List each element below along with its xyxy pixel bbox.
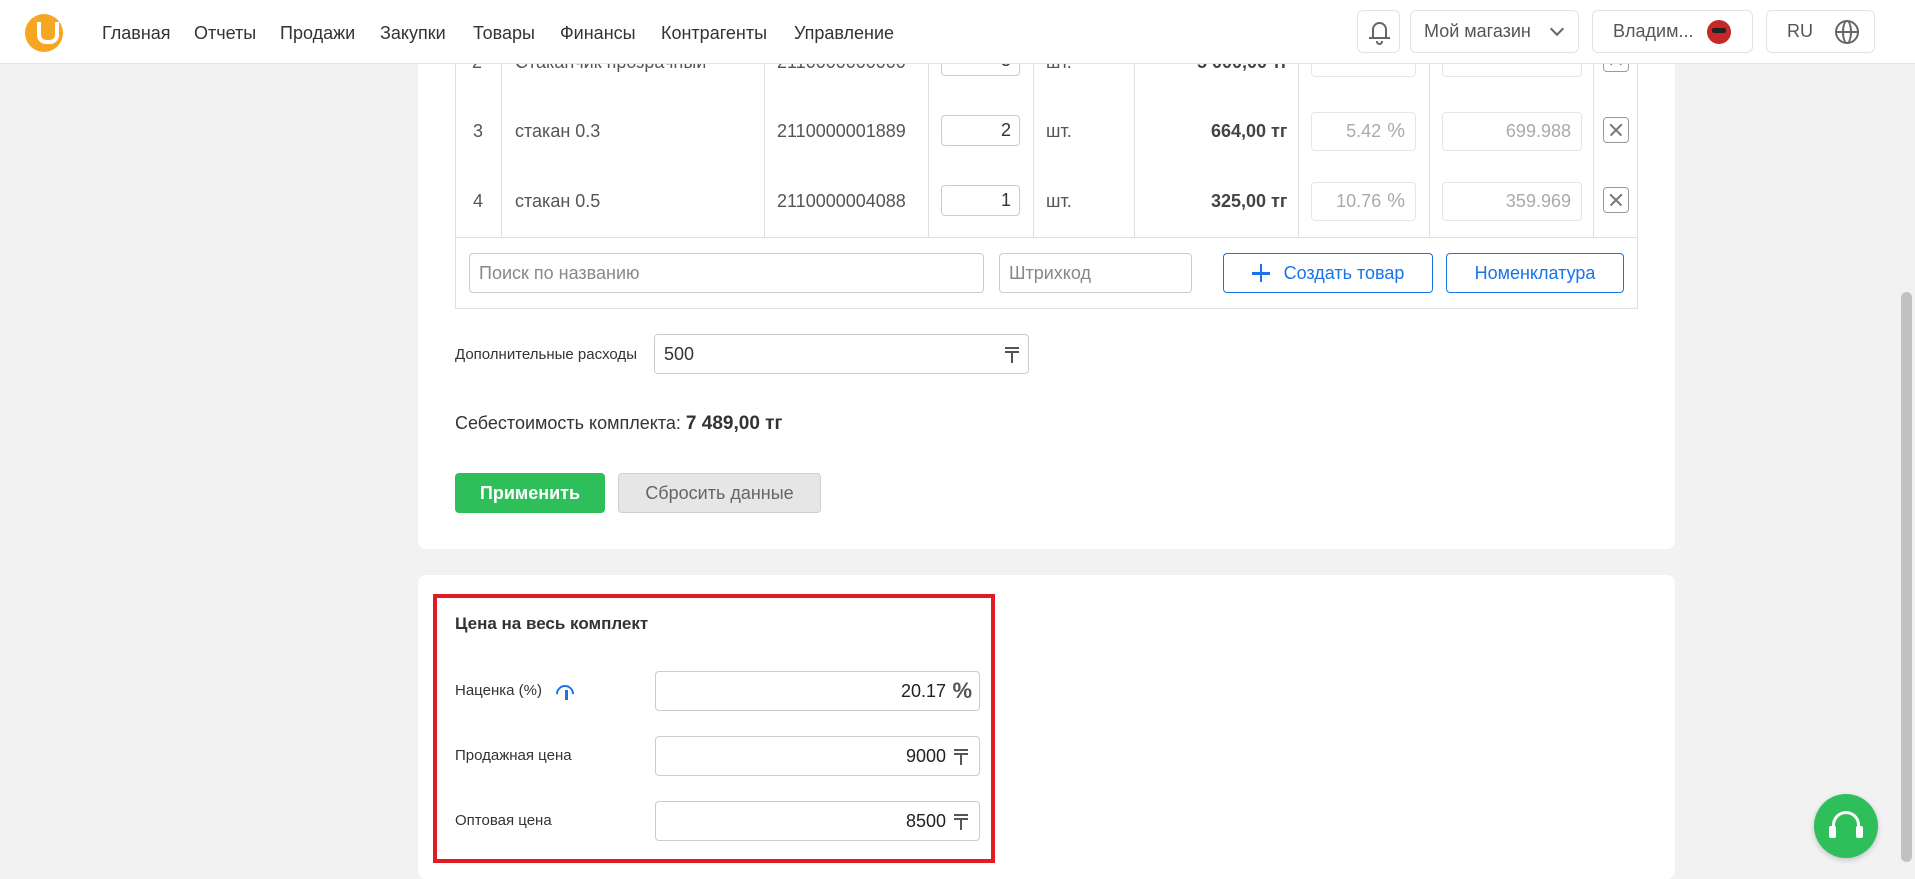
- item-barcode: 2110000004088: [777, 191, 906, 211]
- row-number: 3: [473, 121, 484, 141]
- item-unit: шт.: [1046, 191, 1072, 211]
- notifications-button[interactable]: [1357, 10, 1400, 53]
- row-sale-price-input[interactable]: 699.988: [1442, 112, 1582, 151]
- extra-expenses-value: 500: [664, 344, 695, 364]
- extra-expenses-label: Дополнительные расходы: [455, 346, 637, 363]
- percent-sign: %: [1387, 120, 1405, 142]
- store-select[interactable]: Мой магазин: [1410, 10, 1579, 53]
- support-chat-button[interactable]: [1814, 794, 1878, 858]
- sale-price-field[interactable]: 9000: [655, 736, 980, 776]
- create-product-button[interactable]: Создать товар: [1223, 253, 1433, 293]
- item-name: стакан 0.3: [515, 121, 601, 141]
- item-barcode: 2110000001889: [777, 121, 906, 141]
- markup-input[interactable]: 5.42%: [1311, 112, 1416, 151]
- row-sale-price-input[interactable]: 359.969: [1442, 182, 1582, 221]
- app-logo[interactable]: [25, 14, 63, 52]
- markup-input[interactable]: 10.76%: [1311, 182, 1416, 221]
- reset-button[interactable]: Сбросить данные: [618, 473, 821, 513]
- quantity-input[interactable]: 2: [941, 115, 1020, 146]
- percent-sign: %: [1387, 190, 1405, 212]
- wholesale-price-label: Оптовая цена: [455, 812, 552, 829]
- extra-expenses-input[interactable]: 500: [654, 334, 1029, 374]
- sale-price-label: Продажная цена: [455, 747, 572, 764]
- barcode-input[interactable]: Штрихкод: [999, 253, 1192, 293]
- percent-sign: %: [952, 678, 972, 703]
- tenge-icon: [1005, 347, 1019, 363]
- language-select[interactable]: RU: [1766, 10, 1875, 53]
- item-price: 664,00 тг: [1211, 121, 1288, 141]
- create-product-label: Создать товар: [1283, 262, 1405, 283]
- nav-contractors[interactable]: Контрагенты: [661, 23, 767, 44]
- top-navigation: Главная Отчеты Продажи Закупки Товары Фи…: [0, 0, 1915, 64]
- tenge-icon: [954, 749, 968, 765]
- section-title: Цена на весь комплект: [455, 614, 649, 633]
- item-unit: шт.: [1046, 121, 1072, 141]
- markup-field-value: 20.17: [900, 681, 946, 701]
- user-menu[interactable]: Владим...: [1592, 10, 1753, 53]
- apply-button[interactable]: Применить: [455, 473, 605, 513]
- nomenclature-button[interactable]: Номенклатура: [1446, 253, 1624, 293]
- markup-value: 5.42: [1346, 121, 1382, 141]
- plus-icon: [1251, 264, 1270, 282]
- store-name: Мой магазин: [1424, 21, 1531, 41]
- item-name: стакан 0.5: [515, 191, 601, 211]
- sale-price-value: 9000: [905, 746, 946, 766]
- nav-goods[interactable]: Товары: [473, 23, 535, 44]
- item-price: 325,00 тг: [1211, 191, 1288, 211]
- search-input[interactable]: Поиск по названию: [469, 253, 984, 293]
- scrollbar-thumb[interactable]: [1901, 292, 1912, 862]
- kit-cost: Себестоимость комплекта: 7 489,00 тг: [455, 413, 782, 435]
- nav-management[interactable]: Управление: [794, 23, 894, 44]
- markup-field[interactable]: 20.17 %: [655, 671, 980, 711]
- language-code: RU: [1787, 21, 1813, 41]
- kit-cost-value: 7 489,00 тг: [685, 413, 783, 434]
- globe-icon: [1835, 19, 1859, 44]
- wholesale-price-value: 8500: [905, 811, 946, 831]
- nav-finance[interactable]: Финансы: [560, 23, 636, 44]
- quantity-input[interactable]: 1: [941, 185, 1020, 216]
- nav-sales[interactable]: Продажи: [280, 23, 355, 44]
- nav-reports[interactable]: Отчеты: [194, 23, 256, 44]
- tenge-icon: [954, 814, 968, 830]
- user-name: Владим...: [1613, 21, 1694, 41]
- avatar: [1707, 19, 1732, 44]
- nav-purchases[interactable]: Закупки: [380, 23, 446, 44]
- wholesale-price-field[interactable]: 8500: [655, 801, 980, 841]
- markup-label: Наценка (%): [455, 682, 542, 699]
- nav-main[interactable]: Главная: [102, 23, 171, 44]
- nomenclature-label: Номенклатура: [1474, 262, 1596, 283]
- kit-cost-label: Себестоимость комплекта:: [455, 413, 681, 433]
- markup-value: 10.76: [1336, 191, 1382, 211]
- chevron-down-icon: [1549, 21, 1564, 36]
- remove-row-button[interactable]: [1603, 117, 1629, 143]
- remove-row-button[interactable]: [1603, 187, 1629, 213]
- row-number: 4: [473, 191, 484, 211]
